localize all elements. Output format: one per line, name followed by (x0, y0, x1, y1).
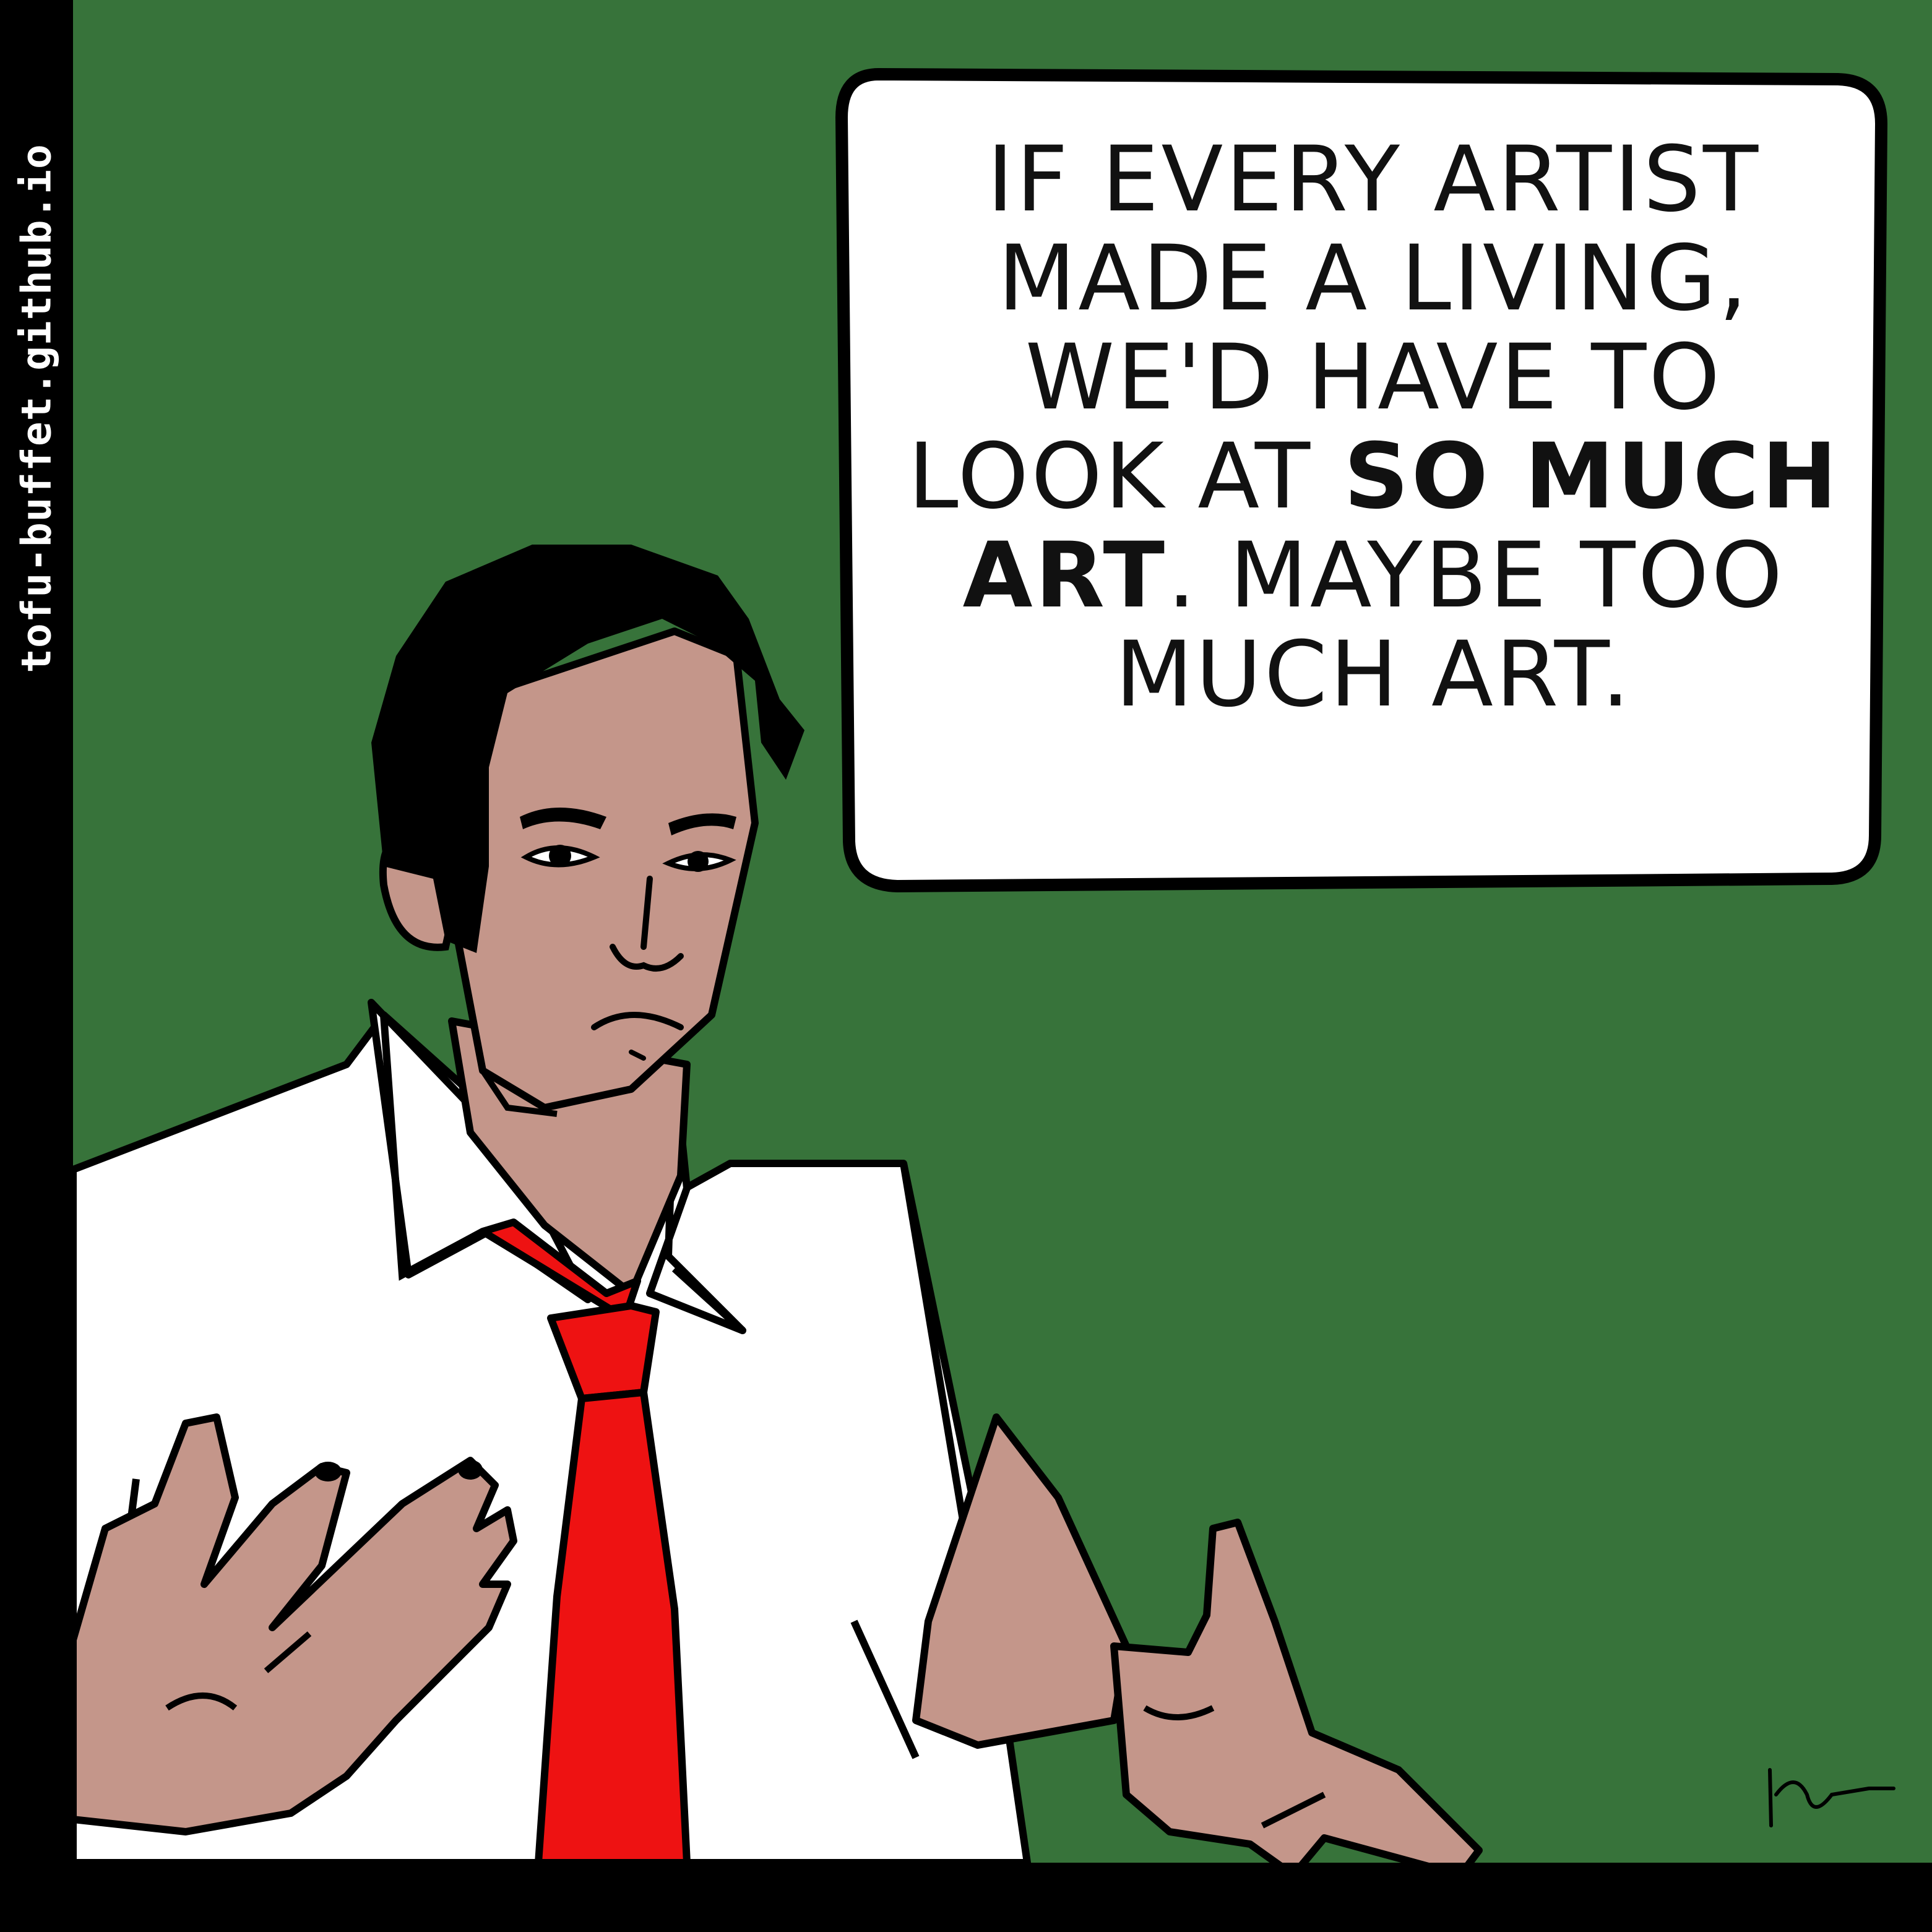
speech-line-4-bold: SO MUCH (1343, 424, 1840, 529)
speech-line-5: ART. MAYBE TOO (860, 526, 1887, 625)
speech-line-3: WE'D HAVE TO (1025, 325, 1723, 430)
side-strip: tofu-buffet.github.io (0, 0, 73, 1932)
comic-panel: tofu-buffet.github.io IF EVERY ARTIST MA… (0, 0, 1932, 1932)
speech-line-5-bold: ART (962, 523, 1168, 628)
speech-line-2: MADE A LIVING, (998, 226, 1750, 331)
watermark-url: tofu-buffet.github.io (12, 144, 61, 673)
speech-line-4-regular: LOOK AT (908, 424, 1344, 529)
speech-bubble-text: IF EVERY ARTIST MADE A LIVING, WE'D HAVE… (860, 130, 1887, 724)
speech-line-1: IF EVERY ARTIST (986, 127, 1761, 232)
speech-line-4: LOOK AT SO MUCH (860, 427, 1887, 526)
speech-line-5-regular: . MAYBE TOO (1167, 523, 1785, 628)
speech-line-6: MUCH ART. (1115, 622, 1632, 727)
